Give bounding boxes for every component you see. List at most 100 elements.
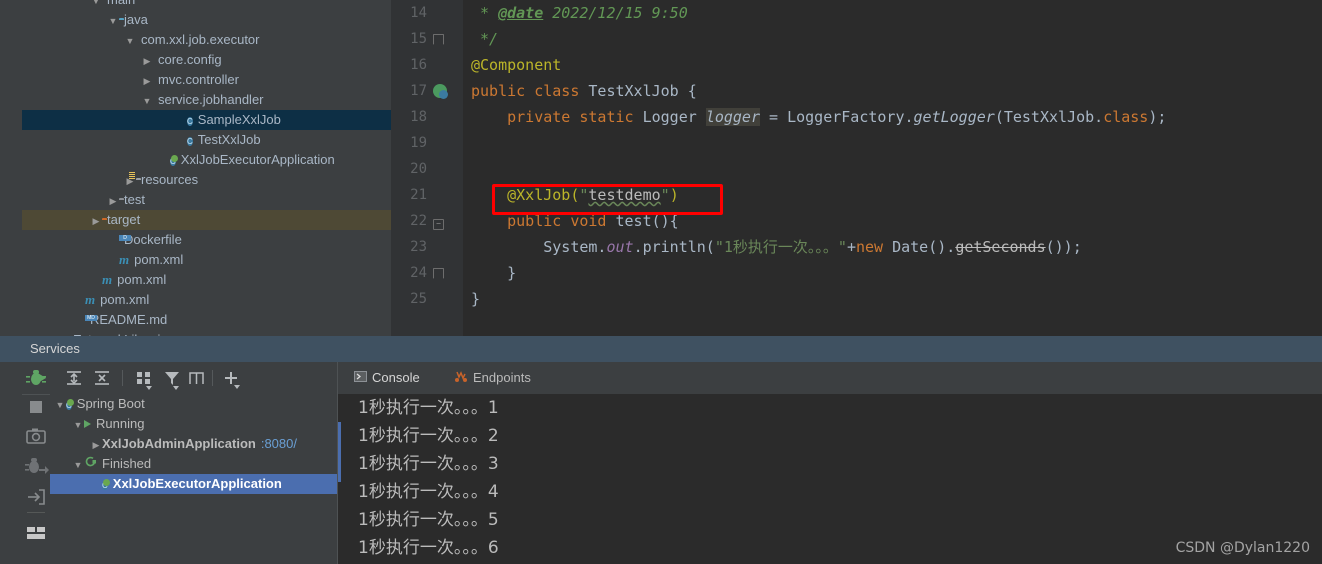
tree-row[interactable]: README.md	[22, 310, 391, 330]
code-text: */	[471, 26, 498, 52]
code-token: @date	[498, 4, 544, 22]
expand-all-icon[interactable]	[62, 362, 86, 394]
class-icon: C	[187, 116, 193, 126]
line-number[interactable]: 24	[391, 260, 427, 286]
group-by-icon[interactable]	[132, 362, 156, 394]
line-number[interactable]: 25	[391, 286, 427, 312]
code-token: (TestXxlJob.	[994, 108, 1104, 126]
fold-end-icon[interactable]	[433, 26, 461, 52]
tree-row[interactable]: C TestXxlJob	[22, 130, 391, 150]
code-token: TestXxlJob {	[588, 82, 697, 100]
project-tree-panel[interactable]: ▼ main ▼ java ▼ com.xxl.job.executor ▶ core.con…	[22, 0, 391, 336]
chevron-down-icon[interactable]: ▼	[90, 0, 102, 11]
services-row-label: XxlJobExecutorApplication	[112, 476, 282, 491]
run-icon[interactable]	[28, 362, 52, 394]
fold-end-icon[interactable]	[433, 260, 461, 286]
tree-row-label: target	[107, 212, 141, 227]
debugger-icon[interactable]	[22, 452, 50, 482]
tree-row[interactable]: ▼ com.xxl.job.executor	[22, 30, 391, 50]
line-number[interactable]: 14	[391, 0, 427, 26]
tree-row[interactable]: ▼ main	[22, 0, 391, 10]
code-text: public void test(){	[471, 208, 679, 234]
services-tree-row[interactable]: ▼ Finished	[50, 454, 337, 474]
chevron-right-icon[interactable]: ▶	[141, 51, 153, 71]
tree-row[interactable]: ▼ service.jobhandler	[22, 90, 391, 110]
run-gutter-icon[interactable]	[433, 78, 461, 104]
console-tab-bar[interactable]: Console Endpoints	[338, 362, 1322, 396]
tree-row[interactable]: m pom.xml	[22, 270, 391, 290]
tree-row[interactable]: C SampleXxlJob	[22, 110, 391, 130]
tree-row[interactable]: ▼ java	[22, 10, 391, 30]
gutter-blank	[433, 52, 461, 78]
chevron-down-icon[interactable]: ▼	[54, 395, 66, 415]
console-line: 1秒执行一次。。。3	[358, 454, 499, 474]
code-token: new	[855, 238, 893, 256]
code-token: private static	[507, 108, 643, 126]
services-tree-row[interactable]: ▼ Running	[50, 414, 337, 434]
rerun-icon	[84, 454, 97, 474]
line-number[interactable]: 22	[391, 208, 427, 234]
chevron-down-icon[interactable]: ▼	[141, 91, 153, 111]
line-number[interactable]: 21	[391, 182, 427, 208]
line-number[interactable]: 18	[391, 104, 427, 130]
add-icon[interactable]	[220, 362, 244, 394]
tree-row[interactable]: ▶ target	[22, 210, 391, 230]
gutter-blank	[433, 182, 461, 208]
editor-line: 18 private static Logger logger = Logger…	[391, 104, 1322, 130]
stop-icon[interactable]	[22, 392, 50, 422]
fold-open-icon[interactable]: −	[433, 208, 461, 234]
chevron-right-icon[interactable]: ▶	[141, 71, 153, 91]
export-icon[interactable]	[22, 482, 50, 512]
chevron-down-icon[interactable]: ▼	[107, 11, 119, 31]
services-tree-row[interactable]: ▶ XxlJobAdminApplication:8080/	[50, 434, 337, 454]
code-token: Logger	[642, 108, 706, 126]
chevron-right-icon[interactable]: ▶	[107, 191, 119, 211]
code-token: Date().	[892, 238, 956, 256]
tree-row[interactable]: ▶ test	[22, 190, 391, 210]
tab-label: Endpoints	[473, 370, 531, 385]
tree-row[interactable]: C XxlJobExecutorApplication	[22, 150, 391, 170]
editor-line: 14 * @date 2022/12/15 9:50	[391, 0, 1322, 26]
tree-row-label: Dockerfile	[124, 232, 182, 247]
chevron-right-icon[interactable]: ▶	[90, 435, 102, 455]
code-token: @Component	[471, 56, 562, 74]
code-token: public void	[507, 212, 616, 230]
tab-console[interactable]: Console	[348, 362, 426, 396]
camera-icon[interactable]	[22, 422, 50, 452]
tree-row[interactable]: ▶ core.config	[22, 50, 391, 70]
top-area: ▼ main ▼ java ▼ com.xxl.job.executor ▶ core.con…	[0, 0, 1322, 336]
line-number[interactable]: 19	[391, 130, 427, 156]
code-token: *	[471, 4, 499, 22]
tree-row[interactable]: ▶ mvc.controller	[22, 70, 391, 90]
console-output[interactable]: 1秒执行一次。。。1 1秒执行一次。。。2 1秒执行一次。。。3 1秒执行一次。。。4…	[338, 394, 1322, 564]
line-number[interactable]: 15	[391, 26, 427, 52]
code-editor[interactable]: 14 * @date 2022/12/15 9:50 15 */ 16 @Compon…	[391, 0, 1322, 336]
tree-row[interactable]: Dockerfile	[22, 230, 391, 250]
line-number[interactable]: 17	[391, 78, 427, 104]
tree-row[interactable]: m pom.xml	[22, 250, 391, 270]
line-number[interactable]: 20	[391, 156, 427, 182]
chevron-down-icon[interactable]: ▼	[124, 31, 136, 51]
services-tree[interactable]: ▼ C Spring Boot ▼ Running ▶ XxlJobAdminApplica…	[50, 394, 337, 564]
services-toolbar[interactable]	[22, 362, 337, 395]
chevron-down-icon[interactable]: ▼	[72, 455, 84, 475]
maven-icon: m	[102, 271, 113, 287]
filter-icon[interactable]	[160, 362, 184, 394]
line-number[interactable]: 16	[391, 52, 427, 78]
code-token: .println(	[633, 238, 715, 256]
services-tree-row[interactable]: ▼ C Spring Boot	[50, 394, 337, 414]
layout-icon[interactable]	[22, 518, 50, 548]
show-window-icon[interactable]	[185, 362, 209, 394]
services-tree-row[interactable]: C XxlJobExecutorApplication	[50, 474, 337, 494]
tree-row-label: XxlJobExecutorApplication	[180, 152, 335, 167]
tab-endpoints[interactable]: Endpoints	[448, 362, 537, 394]
code-token: class	[1103, 108, 1149, 126]
line-number[interactable]: 23	[391, 234, 427, 260]
gutter-blank	[433, 130, 461, 156]
chevron-down-icon[interactable]: ▼	[72, 415, 84, 435]
collapse-all-icon[interactable]	[90, 362, 114, 394]
chevron-right-icon[interactable]: ▶	[90, 211, 102, 231]
tree-row[interactable]: m pom.xml	[22, 290, 391, 310]
service-port-link[interactable]: :8080/	[261, 436, 297, 451]
tree-row[interactable]: ▶ resources	[22, 170, 391, 190]
